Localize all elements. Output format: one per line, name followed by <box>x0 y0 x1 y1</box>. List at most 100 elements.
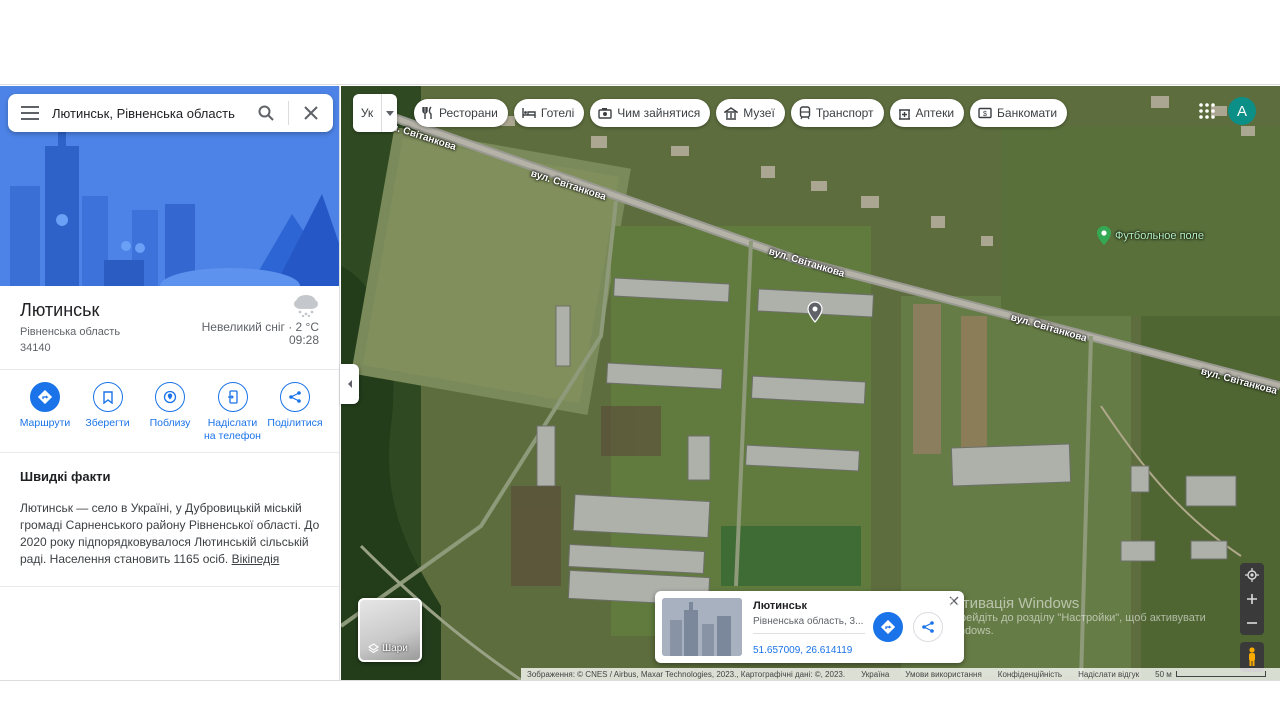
hamburger-menu-icon[interactable] <box>8 94 52 132</box>
quick-facts-title: Швидкі факти <box>20 469 111 484</box>
share-button[interactable]: Поділитися <box>264 382 326 443</box>
weather-description: Невеликий сніг · 2 °C <box>201 320 319 334</box>
transit-icon <box>799 106 811 120</box>
wikipedia-link[interactable]: Вікіпедія <box>232 552 280 566</box>
plus-icon <box>1247 594 1257 604</box>
layers-button[interactable]: Шари <box>358 598 422 662</box>
category-chips: Ресторани Готелі Чим зайнятися Музеї Тра… <box>414 99 1068 127</box>
pegman-icon <box>1249 647 1255 666</box>
info-card-subtitle: Рівненська область, 3... <box>753 616 864 627</box>
save-button[interactable]: Зберегти <box>77 382 139 443</box>
chip-label: Музеї <box>743 106 775 120</box>
language-label: Ук <box>360 106 374 120</box>
weather-time: 09:28 <box>288 333 319 347</box>
windows-activation-watermark: Активація Windows Перейдіть до розділу "… <box>946 595 1236 638</box>
chevron-left-icon <box>347 380 352 388</box>
satellite-map[interactable]: вул. Світанкова вул. Світанкова вул. Сві… <box>341 86 1280 680</box>
watermark-title: Активація Windows <box>946 595 1080 612</box>
chip-atms[interactable]: $ Банкомати <box>970 99 1068 127</box>
divider <box>0 452 339 453</box>
place-thumbnail <box>662 598 742 656</box>
zoom-in-button[interactable] <box>1240 587 1264 611</box>
chip-label: Чим зайнятися <box>617 106 701 120</box>
divider <box>0 586 339 587</box>
camera-icon <box>598 108 612 119</box>
map-controls <box>1240 563 1264 672</box>
imagery-credits: Зображення: © CNES / Airbus, Maxar Techn… <box>527 669 846 679</box>
bookmark-icon <box>92 382 123 412</box>
terms-link[interactable]: Умови використання <box>905 670 981 679</box>
chip-label: Ресторани <box>439 106 498 120</box>
poi-label: Футбольное поле <box>1115 229 1204 242</box>
divider <box>753 633 865 634</box>
nearby-button[interactable]: Поблизу <box>139 382 201 443</box>
share-icon <box>280 382 310 412</box>
restaurant-icon <box>422 106 432 119</box>
close-icon[interactable] <box>289 94 333 132</box>
chevron-down-icon[interactable] <box>381 94 397 132</box>
scale-label: 50 м <box>1155 669 1172 679</box>
language-toggle[interactable]: Ук <box>353 94 397 132</box>
info-card-title: Лютинськ <box>753 600 808 612</box>
layers-label-group: Шари <box>368 643 408 654</box>
chip-pharmacies[interactable]: Аптеки <box>889 99 965 127</box>
directions-icon <box>30 382 60 412</box>
svg-text:$: $ <box>983 111 987 118</box>
layers-label: Шари <box>382 643 408 654</box>
chip-label: Аптеки <box>915 106 955 120</box>
privacy-link[interactable]: Конфіденційність <box>998 670 1062 679</box>
nearby-label: Поблизу <box>149 417 191 429</box>
chip-things-to-do[interactable]: Чим зайнятися <box>590 99 711 127</box>
action-bar: Маршрути Зберегти Поблизу Надіслати на т… <box>14 382 326 443</box>
map-attribution-bar: Зображення: © CNES / Airbus, Maxar Techn… <box>521 668 1280 680</box>
museum-icon <box>724 106 739 120</box>
info-card-directions-button[interactable] <box>873 612 903 642</box>
selected-place-pin-icon[interactable] <box>807 301 823 323</box>
apps-grid-icon[interactable] <box>1198 102 1216 120</box>
chip-restaurants[interactable]: Ресторани <box>414 99 508 127</box>
chip-transit[interactable]: Транспорт <box>790 99 884 127</box>
collapse-panel-button[interactable] <box>340 364 359 404</box>
layers-icon <box>368 643 379 654</box>
place-region: Рівненська область <box>20 326 121 338</box>
feedback-link[interactable]: Надіслати відгук <box>1078 670 1139 679</box>
send-to-phone-label: Надіслати на телефон <box>204 417 261 442</box>
bottom-blank-area <box>0 680 1280 720</box>
chip-museums[interactable]: Музеї <box>716 99 785 127</box>
directions-button[interactable]: Маршрути <box>14 382 76 443</box>
search-box <box>8 94 333 132</box>
divider <box>0 369 339 370</box>
share-icon <box>922 621 934 633</box>
pharmacy-icon <box>898 108 910 120</box>
minus-icon <box>1247 622 1257 624</box>
place-info-card[interactable]: Лютинськ Рівненська область, 3... 51.657… <box>655 591 964 663</box>
info-card-coordinates[interactable]: 51.657009, 26.614119 <box>753 645 852 656</box>
avatar[interactable]: A <box>1228 97 1256 125</box>
watermark-subtitle: Перейдіть до розділу "Настройки", щоб ак… <box>946 612 1206 637</box>
poi-football-field[interactable]: Футбольное поле <box>1097 226 1204 245</box>
send-to-phone-icon <box>217 382 248 412</box>
save-label: Зберегти <box>85 417 130 429</box>
my-location-button[interactable] <box>1240 563 1264 587</box>
scale-bar[interactable]: 50 м <box>1155 670 1266 679</box>
place-postal-code: 34140 <box>20 342 51 354</box>
top-blank-area <box>0 0 1280 85</box>
nearby-icon <box>155 382 185 412</box>
send-to-phone-button[interactable]: Надіслати на телефон <box>202 382 264 443</box>
zoom-out-button[interactable] <box>1240 611 1264 635</box>
share-label: Поділитися <box>267 417 323 429</box>
search-input[interactable] <box>52 105 244 121</box>
atm-icon: $ <box>978 107 992 119</box>
chip-hotels[interactable]: Готелі <box>513 99 585 127</box>
directions-label: Маршрути <box>19 417 71 429</box>
hotel-icon <box>522 108 536 118</box>
directions-icon <box>881 620 895 634</box>
scale-line <box>1175 671 1266 677</box>
quick-facts-text: Лютинськ — село в Україні, у Дубровицькі… <box>20 500 322 568</box>
poi-pin-icon <box>1097 226 1111 245</box>
country-link[interactable]: Україна <box>861 670 889 679</box>
place-side-panel: Лютинськ Рівненська область 34140 Невели… <box>0 86 340 680</box>
my-location-icon <box>1245 568 1259 582</box>
info-card-share-button[interactable] <box>913 612 943 642</box>
search-icon[interactable] <box>244 94 288 132</box>
